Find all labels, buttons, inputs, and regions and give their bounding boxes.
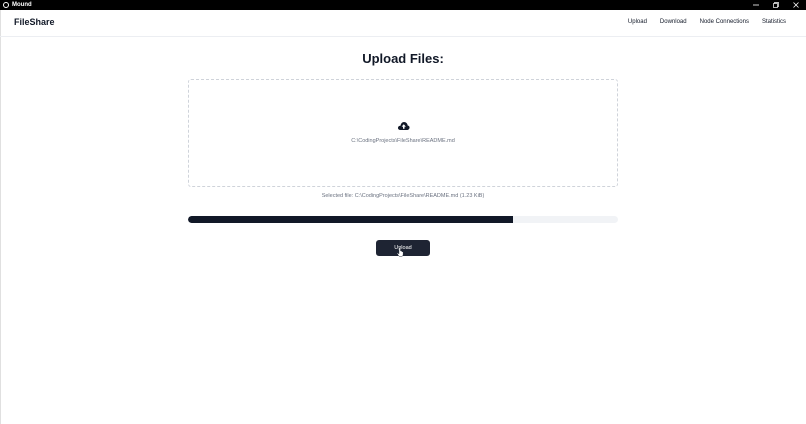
upload-progress-fill	[188, 216, 513, 223]
minimize-button[interactable]	[746, 0, 766, 10]
window-title: Mound	[12, 2, 32, 8]
selected-file-info: Selected file: C:\CodingProjects\FileSha…	[321, 193, 485, 199]
page-title: Upload Files:	[362, 51, 444, 66]
drop-zone-file-path: C:\CodingProjects\FileShare\README.md	[351, 138, 455, 144]
app-icon	[3, 2, 9, 8]
nav-upload[interactable]: Upload	[628, 19, 647, 25]
mouse-cursor-icon	[397, 247, 404, 257]
window-titlebar: Mound	[0, 0, 806, 10]
window-controls	[746, 0, 806, 10]
cloud-upload-icon	[397, 122, 410, 130]
nav-download[interactable]: Download	[660, 19, 687, 25]
restore-icon	[773, 2, 779, 8]
app-header: FileShare Upload Download Node Connectio…	[0, 10, 806, 37]
close-icon	[793, 2, 799, 8]
nav-node-connections[interactable]: Node Connections	[700, 19, 749, 25]
restore-button[interactable]	[766, 0, 786, 10]
main-nav: Upload Download Node Connections Statist…	[615, 19, 786, 25]
brand-logo[interactable]: FileShare	[14, 17, 55, 27]
file-drop-zone[interactable]: C:\CodingProjects\FileShare\README.md	[188, 79, 618, 187]
minimize-icon	[753, 4, 759, 6]
nav-statistics[interactable]: Statistics	[762, 19, 786, 25]
window-border	[0, 10, 1, 424]
upload-progress-bar	[188, 216, 618, 223]
close-button[interactable]	[786, 0, 806, 10]
